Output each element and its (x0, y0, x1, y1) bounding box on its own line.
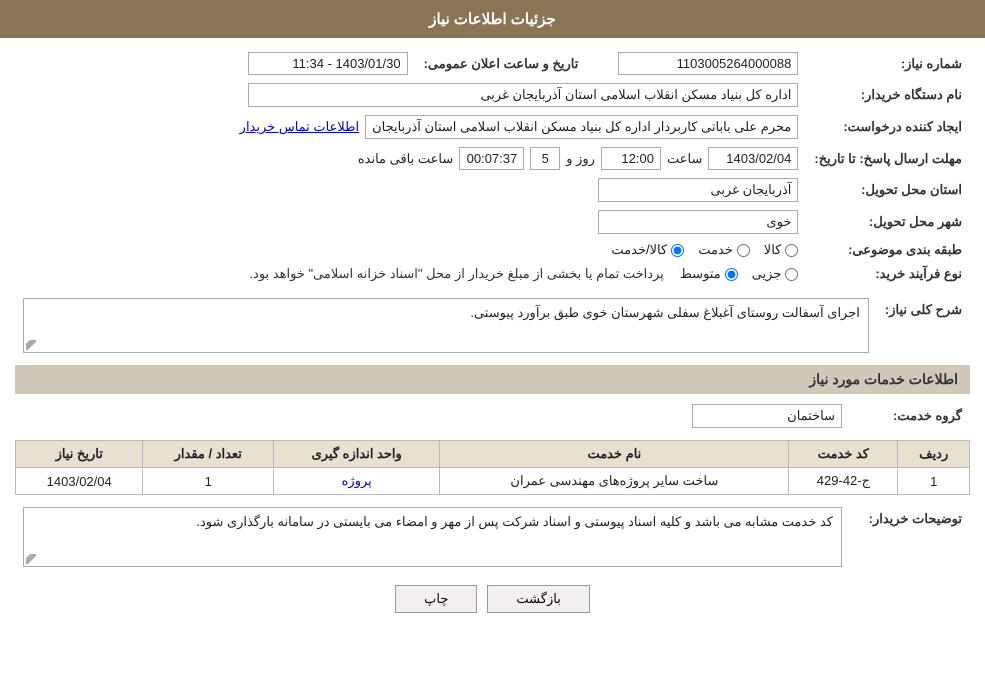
radio-khadamat-label: خدمت (698, 242, 733, 258)
radio-kala[interactable]: کالا (764, 242, 799, 258)
radio-kala-label: کالا (764, 242, 782, 258)
radio-kala-input[interactable] (785, 244, 798, 257)
radio-jozi-label: جزیی (752, 266, 782, 282)
gorooh-value: ساختمان (692, 404, 842, 428)
radio-kala-khadamat-input[interactable] (671, 244, 684, 257)
back-button[interactable]: بازگشت (487, 585, 589, 613)
radio-jozi[interactable]: جزیی (752, 266, 799, 282)
radio-jozi-input[interactable] (785, 268, 798, 281)
nooe-farayand-label: نوع فرآیند خرید: (806, 262, 970, 286)
col-tarikh: تاریخ نیاز (16, 441, 143, 468)
tawzih-value: کد خدمت مشابه می باشد و کلیه اسناد پیوست… (196, 514, 833, 529)
radio-kala-khadamat-label: کالا/خدمت (611, 242, 667, 258)
table-row: 1 ج-42-429 ساخت سایر پروژه‌های مهندسی عم… (16, 468, 970, 495)
ijad-konande-value: محرم علی باباتی کاربردار اداره کل بنیاد … (365, 115, 798, 139)
tabaqe-label: طبقه بندی موضوعی: (806, 238, 970, 262)
col-vahed: واحد اندازه گیری (274, 441, 440, 468)
shahr-label: شهر محل تحویل: (806, 206, 970, 238)
shomara-niaz-label: شماره نیاز: (806, 48, 970, 79)
mohlat-rooz-label: روز و (566, 151, 595, 167)
mohlat-saat-label: ساعت باقی مانده (358, 151, 453, 167)
radio-kala-khadamat[interactable]: کالا/خدمت (611, 242, 684, 258)
khadamat-section-title: اطلاعات خدمات مورد نیاز (15, 365, 970, 394)
buttons-row: بازگشت چاپ (15, 585, 970, 613)
cell-name: ساخت سایر پروژه‌های مهندسی عمران (440, 468, 789, 495)
cell-tedad: 1 (143, 468, 274, 495)
cell-vahed: پروژه (274, 468, 440, 495)
tarikh-value: 1403/01/30 - 11:34 (248, 52, 408, 75)
nooe-farayand-desc: پرداخت تمام یا بخشی از مبلغ خریدار از مح… (249, 266, 663, 282)
radio-motawaset-label: متوسط (680, 266, 721, 282)
gorooh-label: گروه خدمت: (850, 400, 970, 432)
tarikh-label: تاریخ و ساعت اعلان عمومی: (416, 48, 587, 79)
col-name: نام خدمت (440, 441, 789, 468)
radio-motawaset-input[interactable] (725, 268, 738, 281)
cell-radif: 1 (898, 468, 970, 495)
tawzih-label: توضیحات خریدار: (850, 503, 970, 571)
col-radif: ردیف (898, 441, 970, 468)
sharh-value: اجرای آسفالت روستای آغبلاغ سفلی شهرستان … (470, 305, 860, 320)
sharh-label: شرح کلی نیاز: (877, 294, 970, 357)
mohlat-time: 12:00 (601, 147, 661, 170)
ostan-value: آذربایجان غربی (598, 178, 798, 202)
mohlat-label: مهلت ارسال پاسخ: تا تاریخ: (806, 143, 970, 174)
ostan-label: استان محل تحویل: (806, 174, 970, 206)
cell-tarikh: 1403/02/04 (16, 468, 143, 495)
col-kod: کد خدمت (789, 441, 898, 468)
print-button[interactable]: چاپ (395, 585, 477, 613)
radio-motawaset[interactable]: متوسط (680, 266, 738, 282)
radio-khadamat-input[interactable] (737, 244, 750, 257)
page-header: جزئیات اطلاعات نیاز (0, 0, 985, 38)
shahr-value: خوی (598, 210, 798, 234)
ijad-konande-label: ایجاد کننده درخواست: (806, 111, 970, 143)
tawzih-resize-handle (26, 554, 36, 564)
mohlat-rooz-value: 5 (530, 147, 560, 170)
resize-handle (26, 340, 36, 350)
col-tedad: تعداد / مقدار (143, 441, 274, 468)
ijad-konande-link[interactable]: اطلاعات تماس خریدار (240, 119, 359, 135)
nam-dastgah-value: اداره کل بنیاد مسکن انقلاب اسلامی استان … (248, 83, 798, 107)
shomara-niaz-value: 1103005264000088 (618, 52, 798, 75)
page-title: جزئیات اطلاعات نیاز (429, 11, 556, 28)
mohlat-time-label: ساعت (667, 151, 702, 167)
cell-kod: ج-42-429 (789, 468, 898, 495)
services-table: ردیف کد خدمت نام خدمت واحد اندازه گیری ت… (15, 440, 970, 495)
radio-khadamat[interactable]: خدمت (698, 242, 750, 258)
mohlat-saat-value: 00:07:37 (459, 147, 524, 170)
nam-dastgah-label: نام دستگاه خریدار: (806, 79, 970, 111)
mohlat-date: 1403/02/04 (708, 147, 798, 170)
